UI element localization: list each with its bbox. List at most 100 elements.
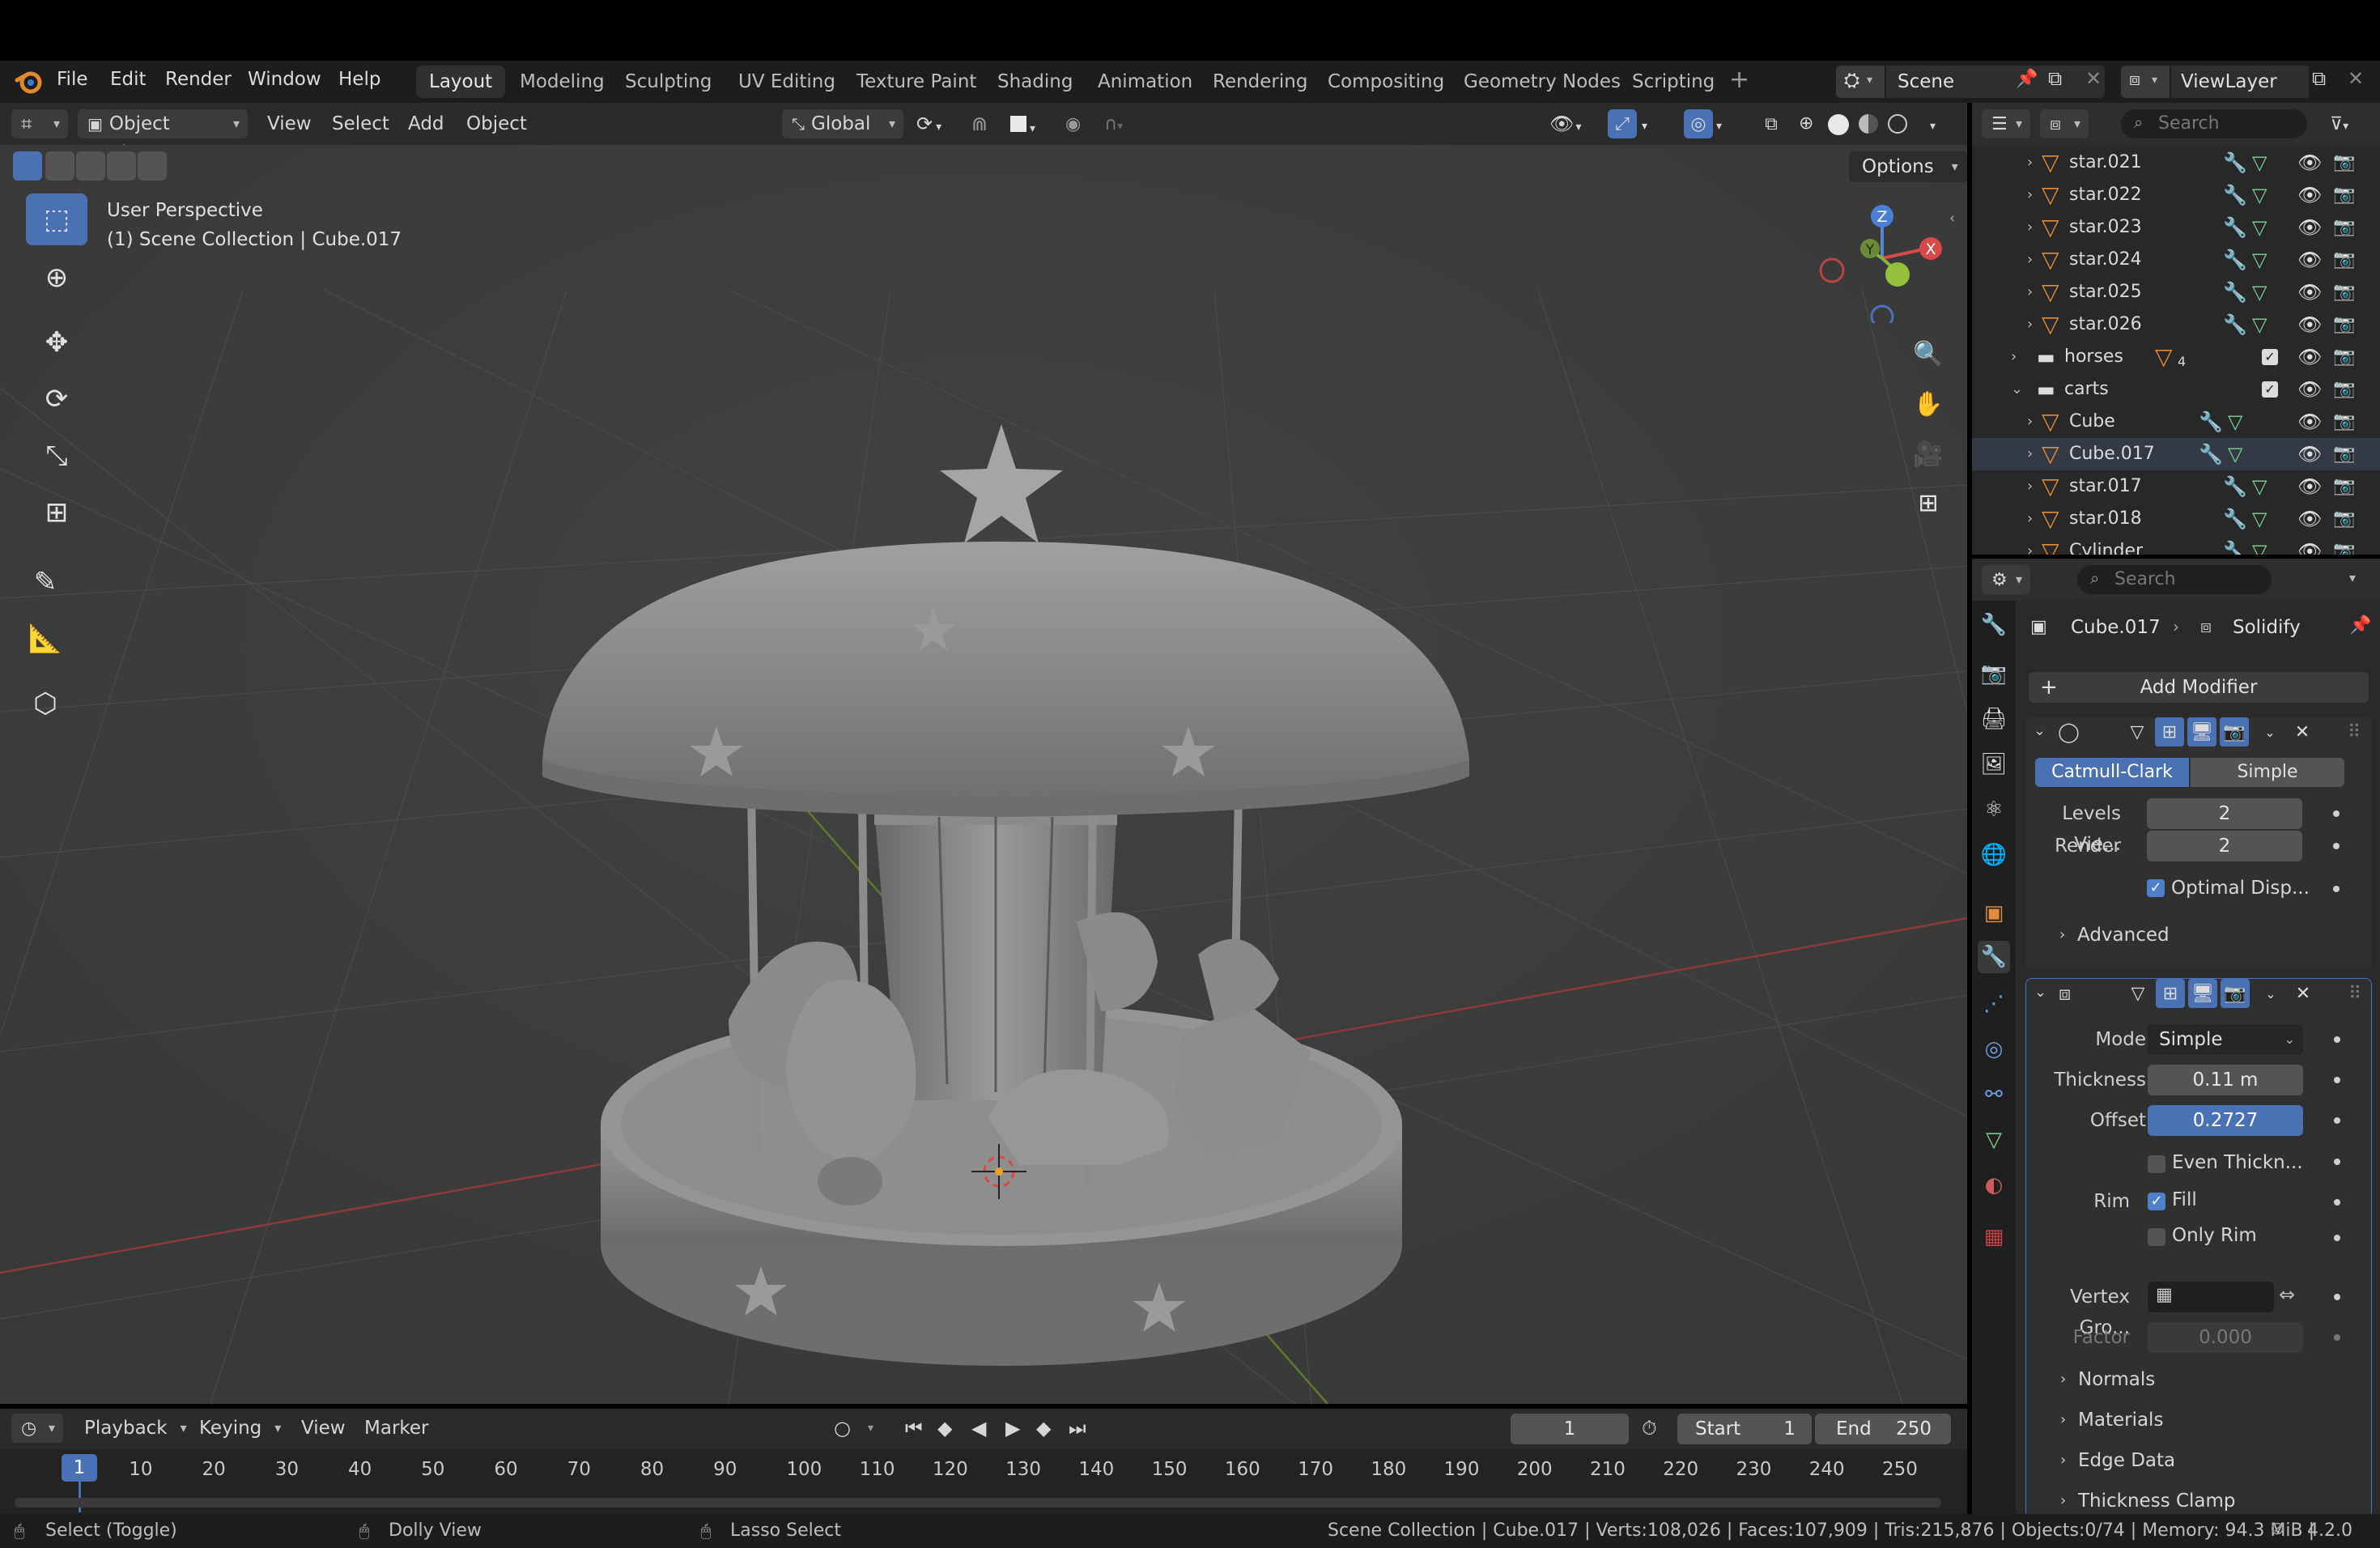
factor-field[interactable]: 0.000 — [2148, 1322, 2303, 1353]
collapse-solidify-icon[interactable]: ⌄ — [2034, 984, 2046, 1001]
render-camera-icon[interactable]: 📷 — [2333, 308, 2355, 341]
render-camera-icon[interactable]: 📷 — [2333, 503, 2355, 535]
expand-icon[interactable]: › — [2027, 276, 2033, 308]
modifier-menu-icon[interactable]: ⌄ — [2256, 979, 2285, 1008]
properties-options-icon[interactable]: ▾ — [2349, 570, 2356, 585]
render-camera-icon[interactable]: 📷 — [2333, 438, 2355, 470]
annotate-tool-icon[interactable]: ✎ — [15, 556, 76, 608]
offset-field[interactable]: 0.2727 — [2148, 1105, 2303, 1136]
vertex-group-field[interactable]: ▦ — [2148, 1282, 2274, 1312]
add-cube-tool-icon[interactable]: ⬡ — [15, 678, 76, 729]
visibility-eye-icon[interactable]: 👁 — [2297, 341, 2322, 373]
menu-add[interactable]: Add — [408, 109, 444, 138]
modifiers-tab-icon[interactable]: 🔧 — [1978, 941, 2010, 973]
menu-edit[interactable]: Edit — [110, 69, 147, 90]
advanced-section[interactable]: Advanced — [2077, 925, 2170, 946]
tab-modeling[interactable]: Modeling — [507, 66, 618, 98]
mesh-data-icon[interactable]: ▽ — [2228, 406, 2242, 438]
menu-render[interactable]: Render — [165, 69, 232, 90]
modifier-icon[interactable]: 🔧 — [2199, 438, 2223, 470]
visibility-eye-icon[interactable]: 👁 — [2297, 276, 2322, 308]
render-camera-icon[interactable]: 📷 — [2333, 373, 2355, 406]
render-camera-icon[interactable]: 📷 — [2333, 535, 2355, 555]
expand-icon[interactable]: › — [2027, 535, 2033, 555]
expand-icon[interactable]: › — [2027, 179, 2033, 211]
timeline-editor-type-icon[interactable]: ◷ ▾ — [11, 1414, 63, 1443]
mesh-data-icon[interactable]: ▽ — [2252, 276, 2267, 308]
animate-mode-icon[interactable] — [2334, 1036, 2340, 1043]
view-layer-tab-icon[interactable]: 🖼 — [1978, 748, 2010, 780]
output-tab-icon[interactable]: 🖨 — [1978, 703, 2010, 735]
exclude-checkbox[interactable]: ✓ — [2262, 349, 2278, 365]
modifier-icon[interactable]: 🔧 — [2223, 308, 2247, 341]
render-camera-icon[interactable]: 📷 — [2333, 244, 2355, 276]
expand-icon[interactable]: › — [2027, 438, 2033, 470]
expand-edge-data-icon[interactable]: › — [2060, 1452, 2066, 1469]
modifier-icon[interactable]: 🔧 — [2223, 470, 2247, 503]
materials-section[interactable]: Materials — [2078, 1410, 2163, 1431]
cage-toggle-icon[interactable]: ⊞ — [2155, 717, 2184, 746]
tab-sculpting[interactable]: Sculpting — [612, 66, 725, 98]
snap-target-icon[interactable]: ▾ — [1010, 109, 1051, 138]
solid-shading-icon[interactable] — [1828, 114, 1849, 135]
mesh-data-icon[interactable]: ▽ — [2252, 308, 2267, 341]
gizmos-toggle-icon[interactable]: ⤢ — [1608, 109, 1637, 138]
menu-select[interactable]: Select — [332, 109, 389, 138]
data-tab-icon[interactable]: ▽ — [1978, 1124, 2010, 1156]
tab-shading[interactable]: Shading — [984, 66, 1086, 98]
select-intersect-icon[interactable] — [138, 151, 167, 181]
options-dropdown[interactable]: Options ▾ — [1849, 151, 1967, 182]
start-frame-field[interactable]: Start 1 — [1677, 1414, 1812, 1444]
outliner-row[interactable]: ⌄ ▬ carts ✓ 👁 📷 — [1972, 373, 2380, 406]
select-invert-icon[interactable] — [107, 151, 136, 181]
collapse-subdivision-icon[interactable]: ⌄ — [2034, 722, 2046, 739]
rendered-shading-icon[interactable] — [1888, 114, 1907, 134]
expand-icon[interactable]: › — [2027, 308, 2033, 341]
expand-icon[interactable]: › — [2027, 147, 2033, 179]
expand-thickness-clamp-icon[interactable]: › — [2060, 1492, 2066, 1509]
select-box-tool-icon[interactable]: ⬚ — [26, 194, 87, 245]
viewport-scene[interactable] — [0, 145, 1967, 1404]
overlays-toggle-icon[interactable]: ◎ — [1684, 109, 1713, 138]
render-toggle-icon[interactable]: 📷 — [2221, 979, 2250, 1008]
pan-view-icon[interactable]: ✋ — [1907, 383, 1949, 425]
visibility-selectability-icon[interactable]: 👁 ▾ — [1549, 109, 1598, 138]
material-preview-icon[interactable] — [1859, 114, 1878, 134]
mesh-data-icon[interactable]: ▽ — [2252, 179, 2267, 211]
catmull-clark-button[interactable]: Catmull-Clark — [2035, 758, 2189, 787]
auto-keying-icon[interactable]: ○ — [834, 1414, 851, 1443]
xray-toggle-icon[interactable]: ⧉ — [1757, 109, 1786, 138]
menu-file[interactable]: File — [57, 69, 88, 90]
render-camera-icon[interactable]: 📷 — [2333, 211, 2355, 244]
animate-thickness-icon[interactable] — [2334, 1077, 2340, 1083]
tab-geometry-nodes[interactable]: Geometry Nodes — [1451, 66, 1634, 98]
visibility-eye-icon[interactable]: 👁 — [2297, 535, 2322, 555]
filter-icon[interactable]: ⊽▾ — [2330, 109, 2370, 138]
outliner-row[interactable]: › ▽ star.021 🔧 ▽ 👁 📷 — [1972, 147, 2380, 179]
animate-fill-icon[interactable] — [2334, 1199, 2340, 1206]
move-tool-icon[interactable]: ✥ — [26, 317, 87, 368]
scale-tool-icon[interactable]: ⤡ — [26, 430, 87, 482]
outliner-editor-type-icon[interactable]: ☰ ▾ — [1982, 109, 2030, 138]
blender-logo-icon[interactable] — [15, 67, 44, 96]
outliner-row[interactable]: › ▽ star.024 🔧 ▽ 👁 📷 — [1972, 244, 2380, 276]
material-tab-icon[interactable]: ◐ — [1978, 1169, 2010, 1201]
constraints-tab-icon[interactable]: ⚯ — [1978, 1078, 2010, 1111]
mesh-data-icon[interactable]: ▽ — [2252, 535, 2267, 555]
shading-dropdown-icon[interactable]: ▾ — [1930, 109, 1954, 138]
object-mode-dropdown[interactable]: ▣Object Mode▾ — [78, 109, 248, 164]
outliner-row[interactable]: › ▽ star.026 🔧 ▽ 👁 📷 — [1972, 308, 2380, 341]
new-viewlayer-icon[interactable]: ⧉ — [2312, 67, 2326, 90]
add-modifier-button[interactable]: + Add Modifier — [2029, 672, 2369, 703]
tab-animation[interactable]: Animation — [1085, 66, 1205, 98]
expand-icon[interactable]: › — [2027, 470, 2033, 503]
mesh-data-icon[interactable]: ▽ — [2252, 503, 2267, 535]
expand-icon[interactable]: › — [2027, 244, 2033, 276]
transform-orientation-dropdown[interactable]: ⤡ Global ▾ — [782, 109, 903, 138]
visibility-eye-icon[interactable]: 👁 — [2297, 406, 2322, 438]
viewlayer-selector-icon[interactable]: ⧈ ▾ — [2121, 66, 2170, 98]
outliner-panel[interactable]: ☰ ▾ ⧈ ▾ Search ⌕ ⊽▾ › ▽ star.021 🔧 ▽ 👁 📷 › ▽ star.0… — [1972, 103, 2380, 555]
outliner-row[interactable]: › ▽ star.025 🔧 ▽ 👁 📷 — [1972, 276, 2380, 308]
render-camera-icon[interactable]: 📷 — [2333, 406, 2355, 438]
render-levels-field[interactable]: 2 — [2147, 831, 2302, 861]
